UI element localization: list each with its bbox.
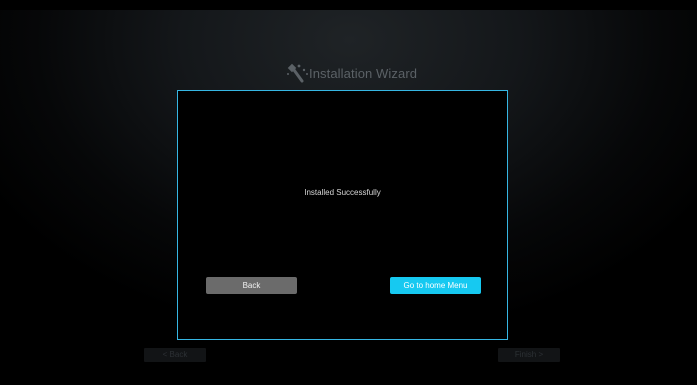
go-to-home-menu-button[interactable]: Go to home Menu: [390, 277, 481, 294]
installer-screen: Installation Wizard < Back Finish > Inst…: [0, 0, 697, 385]
background-back-button: < Back: [144, 348, 206, 362]
magic-wand-icon: [285, 62, 309, 84]
background-finish-button: Finish >: [498, 348, 560, 362]
back-button[interactable]: Back: [206, 277, 297, 294]
top-band: [0, 0, 697, 10]
success-dialog: Installed Successfully Back Go to home M…: [177, 90, 508, 340]
wizard-title: Installation Wizard: [309, 65, 418, 81]
success-message: Installed Successfully: [304, 188, 381, 197]
wizard-header: Installation Wizard: [285, 62, 417, 84]
